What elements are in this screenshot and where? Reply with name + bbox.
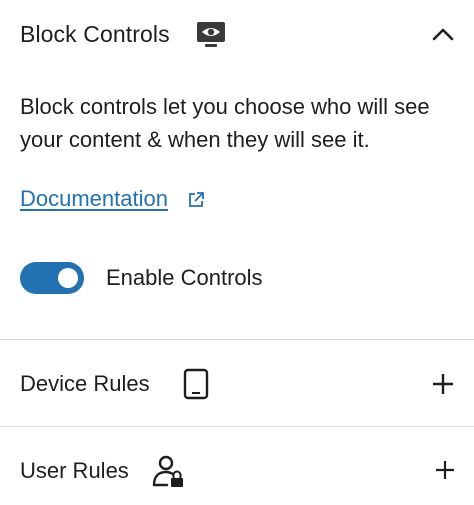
external-link-icon[interactable]	[187, 191, 205, 209]
block-controls-panel: Block Controls Block controls let you ch…	[0, 0, 474, 505]
user-lock-icon	[151, 453, 187, 489]
divider	[0, 426, 474, 427]
enable-controls-toggle[interactable]	[20, 262, 84, 294]
documentation-link[interactable]: Documentation	[20, 186, 168, 212]
add-user-rule-icon[interactable]	[434, 459, 458, 483]
chevron-up-icon[interactable]	[428, 22, 458, 46]
toggle-knob	[58, 268, 78, 288]
divider	[0, 339, 474, 340]
user-rules-title: User Rules	[20, 458, 129, 483]
panel-header[interactable]: Block Controls	[0, 0, 474, 72]
device-rules-title: Device Rules	[20, 371, 150, 396]
panel-description: Block controls let you choose who will s…	[20, 94, 430, 152]
enable-controls-label: Enable Controls	[106, 265, 263, 290]
tablet-device-icon	[183, 368, 209, 400]
add-device-rule-icon[interactable]	[431, 372, 455, 396]
eye-monitor-icon	[196, 21, 226, 49]
panel-title: Block Controls	[20, 21, 170, 47]
